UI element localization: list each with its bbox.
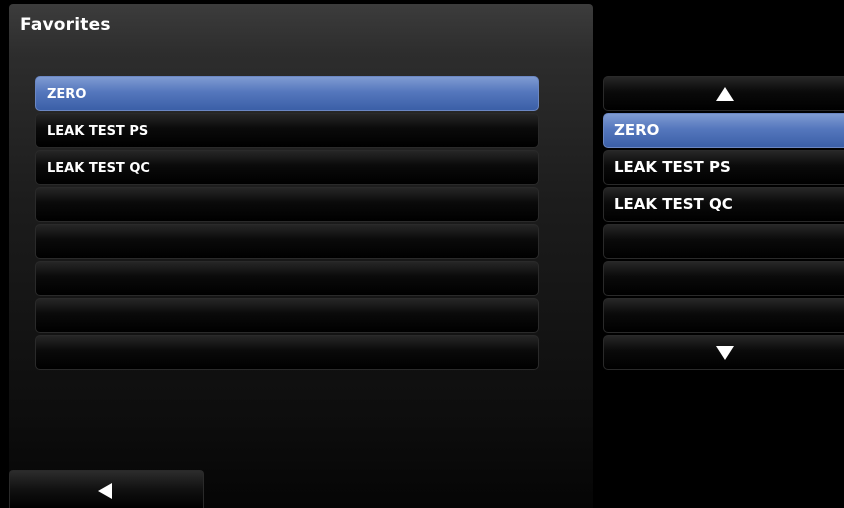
function-option-empty-4[interactable] <box>603 224 844 259</box>
triangle-up-icon <box>716 87 734 101</box>
favorite-item-empty-8[interactable] <box>35 335 539 370</box>
page-title: Favorites <box>20 15 111 35</box>
triangle-down-icon <box>716 346 734 360</box>
favorite-item-empty-5[interactable] <box>35 224 539 259</box>
favorite-item-zero[interactable]: ZERO <box>35 76 539 111</box>
function-option-leak-test-qc[interactable]: LEAK TEST QC <box>603 187 844 222</box>
function-option-empty-6[interactable] <box>603 298 844 333</box>
favorite-item-label: ZERO <box>47 87 87 102</box>
favorite-item-empty-4[interactable] <box>35 187 539 222</box>
scroll-up-button[interactable] <box>603 76 844 111</box>
favorite-item-leak-test-qc[interactable]: LEAK TEST QC <box>35 150 539 185</box>
function-option-empty-5[interactable] <box>603 261 844 296</box>
favorite-item-leak-test-ps[interactable]: LEAK TEST PS <box>35 113 539 148</box>
favorite-item-label: LEAK TEST PS <box>47 124 149 139</box>
favorites-panel: Favorites ZERO LEAK TEST PS LEAK TEST QC <box>9 4 593 508</box>
triangle-left-icon <box>98 483 112 499</box>
function-option-label: ZERO <box>614 121 660 139</box>
function-option-label: LEAK TEST PS <box>614 158 731 176</box>
back-button[interactable] <box>9 470 204 508</box>
function-option-leak-test-ps[interactable]: LEAK TEST PS <box>603 150 844 185</box>
favorite-item-label: LEAK TEST QC <box>47 161 150 176</box>
favorite-item-empty-7[interactable] <box>35 298 539 333</box>
favorite-item-empty-6[interactable] <box>35 261 539 296</box>
function-option-zero[interactable]: ZERO <box>603 113 844 148</box>
scroll-down-button[interactable] <box>603 335 844 370</box>
function-option-label: LEAK TEST QC <box>614 195 733 213</box>
